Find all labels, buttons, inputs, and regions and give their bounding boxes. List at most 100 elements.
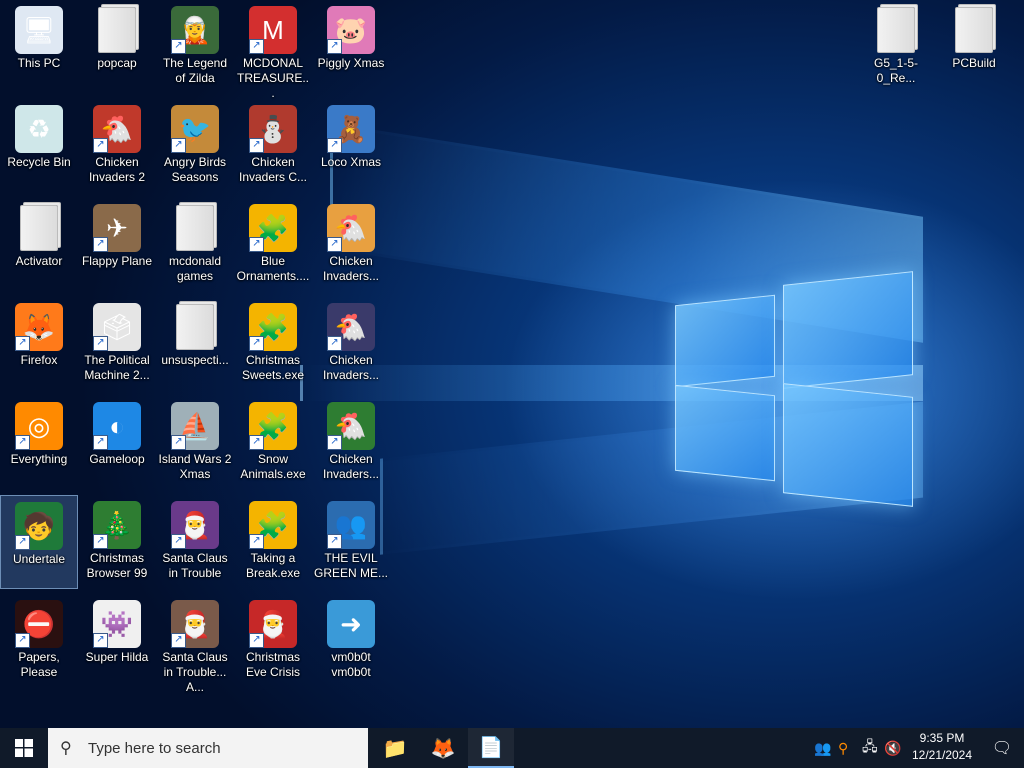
network-icon[interactable]: 🖧: [862, 728, 878, 768]
notification-center-button[interactable]: 🗨: [980, 728, 1024, 768]
desktop-icon-label: Santa Claus in Trouble... A...: [162, 650, 228, 694]
desktop-icon[interactable]: G5_1-5-0_Re...: [857, 0, 935, 94]
folder-shape: [20, 205, 58, 251]
shortcut-arrow-icon: ↗: [93, 237, 108, 252]
folder-icon: 📁: [382, 737, 408, 760]
desktop-icon[interactable]: 🐦 ↗ Angry Birds Seasons: [156, 99, 234, 193]
folder-icon: [93, 6, 141, 54]
taskbar-firefox-button[interactable]: 🦊: [420, 728, 466, 768]
desktop-icon[interactable]: 🧩 ↗ Taking a Break.exe: [234, 495, 312, 589]
desktop-icon[interactable]: 🦊 ↗ Firefox: [0, 297, 78, 391]
desktop-icon[interactable]: Activator: [0, 198, 78, 292]
desktop-icon-label: Christmas Sweets.exe: [241, 353, 305, 382]
app-icon: ◎ ↗: [15, 402, 63, 450]
folder-icon: [171, 204, 219, 252]
taskbar-file-explorer-button[interactable]: 📁: [372, 728, 418, 768]
desktop-icon[interactable]: 🎅 ↗ Santa Claus in Trouble... A...: [156, 594, 234, 694]
taskbar-app-button[interactable]: 📄: [468, 728, 514, 768]
desktop-icon[interactable]: 🧸 ↗ Loco Xmas: [312, 99, 390, 193]
taskbar-search-box[interactable]: ⚲ Type here to search: [48, 728, 368, 768]
app-icon: 🧒 ↗: [15, 502, 63, 550]
desktop-icon[interactable]: 🧩 ↗ Christmas Sweets.exe: [234, 297, 312, 391]
folder-shape: [176, 205, 214, 251]
clock[interactable]: 9:35 PM 12/21/2024: [908, 730, 976, 764]
desktop-icon[interactable]: 👥 ↗ THE EVIL GREEN ME...: [312, 495, 390, 589]
shortcut-arrow-icon: ↗: [171, 534, 186, 549]
app-icon: 🧩 ↗: [249, 303, 297, 351]
logo-pane: [675, 384, 775, 482]
desktop-icon[interactable]: 🎄 ↗ Christmas Browser 99: [78, 495, 156, 589]
firefox-icon: 🦊: [430, 737, 456, 760]
app-icon: 🐔 ↗: [93, 105, 141, 153]
desktop-icon[interactable]: ⛄ ↗ Chicken Invaders C...: [234, 99, 312, 193]
desktop-icon[interactable]: 🎅 ↗ Christmas Eve Crisis: [234, 594, 312, 688]
shortcut-arrow-icon: ↗: [93, 138, 108, 153]
app-icon: 🐔 ↗: [327, 303, 375, 351]
shortcut-arrow-icon: ↗: [327, 336, 342, 351]
desktop-icon[interactable]: PCBuild: [935, 0, 1013, 94]
desktop-icon[interactable]: 👾 ↗ Super Hilda: [78, 594, 156, 688]
desktop-icon[interactable]: 🗳 ↗ The Political Machine 2...: [78, 297, 156, 391]
desktop-icon-label: THE EVIL GREEN ME...: [314, 551, 389, 580]
desktop-icon-label: Activator: [15, 254, 63, 268]
desktop-icon[interactable]: ➜ vm0b0t vm0b0t: [312, 594, 390, 688]
desktop-icon[interactable]: ◎ ↗ Everything: [0, 396, 78, 490]
desktop-icon[interactable]: 🖥 This PC: [0, 0, 78, 94]
desktop-icon[interactable]: 🐔 ↗ Chicken Invaders...: [312, 198, 390, 292]
start-button[interactable]: [0, 728, 48, 768]
app-icon: 🖥: [15, 6, 63, 54]
clock-time: 9:35 PM: [919, 731, 965, 745]
desktop-icon[interactable]: unsuspecti...: [156, 297, 234, 391]
shortcut-arrow-icon: ↗: [249, 237, 264, 252]
app-icon: 🧝 ↗: [171, 6, 219, 54]
shortcut-arrow-icon: ↗: [93, 435, 108, 450]
tray-people-icon[interactable]: 👥: [814, 728, 831, 768]
volume-muted-icon[interactable]: 🔇: [884, 728, 901, 768]
desktop-icon[interactable]: mcdonald games: [156, 198, 234, 292]
app-icon: ⛄ ↗: [249, 105, 297, 153]
tray-everything-icon[interactable]: ⚲: [838, 728, 848, 768]
desktop-icon-label: Chicken Invaders...: [322, 353, 380, 382]
logo-pane: [783, 271, 913, 389]
shortcut-arrow-icon: ↗: [15, 633, 30, 648]
app-icon: ⛔ ↗: [15, 600, 63, 648]
shortcut-arrow-icon: ↗: [327, 237, 342, 252]
desktop-icon[interactable]: 🧒 ↗ Undertale: [0, 495, 78, 589]
desktop-icon[interactable]: 🧩 ↗ Blue Ornaments....: [234, 198, 312, 292]
desktop-icon[interactable]: ⛔ ↗ Papers, Please: [0, 594, 78, 688]
desktop-icon[interactable]: 🐔 ↗ Chicken Invaders 2: [78, 99, 156, 193]
shortcut-arrow-icon: ↗: [93, 534, 108, 549]
app-icon: 🐦 ↗: [171, 105, 219, 153]
desktop-icon[interactable]: ⛵ ↗ Island Wars 2 Xmas: [156, 396, 234, 490]
desktop-icon-label: MCDONAL TREASURE...: [236, 56, 309, 100]
app-icon: 🐔 ↗: [327, 204, 375, 252]
clock-date: 12/21/2024: [911, 748, 973, 762]
shortcut-arrow-icon: ↗: [249, 633, 264, 648]
desktop-icon[interactable]: 🎅 ↗ Santa Claus in Trouble: [156, 495, 234, 589]
folder-shape: [955, 7, 993, 53]
folder-icon: [171, 303, 219, 351]
shortcut-arrow-icon: ↗: [15, 336, 30, 351]
desktop-icon-label: G5_1-5-0_Re...: [873, 56, 919, 85]
desktop-icon[interactable]: ◐ ↗ Gameloop: [78, 396, 156, 490]
shortcut-arrow-icon: ↗: [15, 535, 30, 550]
desktop-icon[interactable]: 🧩 ↗ Snow Animals.exe: [234, 396, 312, 490]
desktop-icon-label: Angry Birds Seasons: [163, 155, 227, 184]
app-icon: ♻: [15, 105, 63, 153]
shortcut-arrow-icon: ↗: [327, 138, 342, 153]
app-icon: ⛵ ↗: [171, 402, 219, 450]
desktop-icon[interactable]: popcap: [78, 0, 156, 94]
shortcut-arrow-icon: ↗: [327, 435, 342, 450]
desktop-icon[interactable]: M ↗ MCDONAL TREASURE...: [234, 0, 312, 100]
desktop-icon[interactable]: 🐷 ↗ Piggly Xmas: [312, 0, 390, 94]
desktop-icon[interactable]: 🐔 ↗ Chicken Invaders...: [312, 396, 390, 490]
desktop-icon[interactable]: ♻ Recycle Bin: [0, 99, 78, 193]
shortcut-arrow-icon: ↗: [93, 336, 108, 351]
desktop-icon[interactable]: ✈ ↗ Flappy Plane: [78, 198, 156, 292]
desktop-icon-label: Chicken Invaders...: [322, 452, 380, 481]
desktop-icon[interactable]: 🧝 ↗ The Legend of Zilda: [156, 0, 234, 94]
desktop-icon-label: Piggly Xmas: [317, 56, 385, 70]
shortcut-arrow-icon: ↗: [249, 138, 264, 153]
desktop-icon[interactable]: 🐔 ↗ Chicken Invaders...: [312, 297, 390, 391]
shortcut-arrow-icon: ↗: [93, 633, 108, 648]
